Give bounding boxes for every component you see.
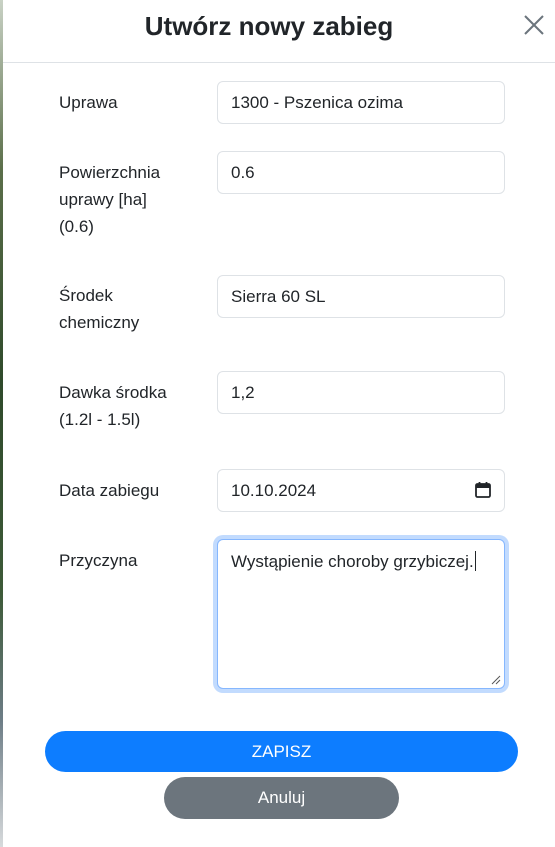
- create-treatment-modal: Utwórz nowy zabieg Uprawa 1300 - Pszenic…: [3, 0, 555, 847]
- save-button[interactable]: ZAPISZ: [45, 731, 518, 772]
- dose-value: 1,2: [231, 383, 255, 402]
- close-button[interactable]: [521, 12, 547, 38]
- modal-title: Utwórz nowy zabieg: [144, 11, 394, 41]
- calendar-icon[interactable]: [474, 481, 492, 499]
- area-field[interactable]: 0.6: [217, 151, 505, 194]
- dose-field[interactable]: 1,2: [217, 371, 505, 414]
- text-caret: [474, 551, 476, 571]
- date-field[interactable]: 10.10.2024: [217, 469, 505, 512]
- area-label: Powierzchnia uprawy [ha] (0.6): [59, 163, 161, 236]
- date-value: 10.10.2024: [231, 481, 317, 500]
- modal-header: Utwórz nowy zabieg: [3, 0, 555, 63]
- reason-label: Przyczyna: [59, 551, 138, 570]
- close-icon: [524, 15, 544, 35]
- crop-label: Uprawa: [59, 93, 118, 112]
- crop-field[interactable]: 1300 - Pszenica ozima: [217, 81, 505, 124]
- agent-field[interactable]: Sierra 60 SL: [217, 275, 505, 318]
- resize-handle-icon[interactable]: [491, 675, 501, 685]
- reason-value: Wystąpienie choroby grzybiczej.: [231, 552, 474, 571]
- reason-textarea[interactable]: Wystąpienie choroby grzybiczej.: [217, 539, 505, 689]
- agent-label: Środek chemiczny: [59, 286, 140, 332]
- agent-value: Sierra 60 SL: [231, 287, 326, 306]
- dose-label: Dawka środka (1.2l - 1.5l): [59, 383, 167, 429]
- area-value: 0.6: [231, 163, 255, 182]
- crop-value: 1300 - Pszenica ozima: [231, 93, 403, 112]
- cancel-button[interactable]: Anuluj: [164, 777, 399, 819]
- date-label: Data zabiegu: [59, 481, 160, 500]
